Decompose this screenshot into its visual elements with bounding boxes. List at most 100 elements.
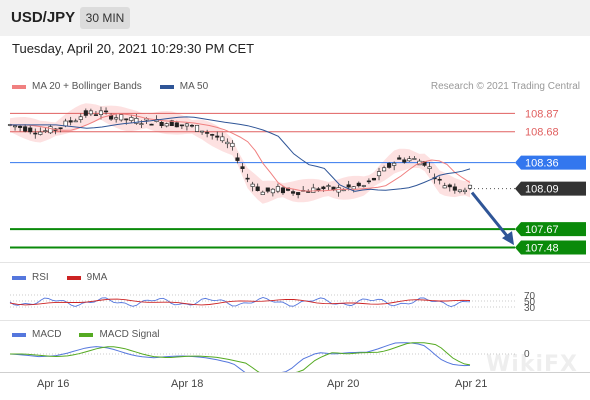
candle-body (93, 114, 98, 116)
ma50-swatch (159, 84, 174, 89)
rsi-legend: RSI 9MA (12, 272, 125, 283)
candle-body (43, 130, 48, 132)
macd-signal-line (10, 342, 471, 372)
ma20-swatch (12, 84, 26, 89)
candle-body (18, 125, 23, 128)
candle-body (462, 189, 467, 193)
rsi-chart: 705030 (9, 291, 536, 314)
symbol-title: USD/JPY (11, 9, 76, 26)
candle-body (28, 127, 33, 133)
candle-body (447, 184, 452, 188)
candle-body (205, 132, 210, 134)
candle-body (164, 123, 169, 127)
candle-body (387, 162, 392, 168)
candle-body (23, 126, 28, 132)
candle-body (366, 180, 371, 183)
rsi-ma-legend-label: 9MA (86, 272, 108, 283)
price-tag-label: 108.09 (525, 184, 559, 196)
candle-body (103, 110, 109, 113)
candle-body (68, 120, 73, 123)
candle-body (124, 118, 129, 121)
rsi-legend-label: RSI (32, 272, 49, 283)
candle-body (63, 120, 68, 127)
price-panel: 108.87 108.68 108.36 108.09 107.67 107.48 (0, 96, 590, 260)
candle-body (382, 167, 387, 172)
candle-body (119, 114, 124, 121)
candle-body (397, 157, 402, 160)
candle-body (220, 136, 225, 142)
candle-body (235, 157, 240, 161)
macd-legend-label: MACD (32, 329, 62, 340)
candle-body (179, 124, 184, 127)
timeframe-badge[interactable]: 30 MIN (80, 7, 130, 29)
x-axis-label: Apr 16 (37, 378, 70, 390)
x-axis-label: Apr 20 (327, 378, 360, 390)
candle-body (260, 191, 265, 195)
watermark-logo: WikiFX (486, 352, 578, 377)
candle-body (371, 177, 377, 181)
candle-body (194, 124, 200, 132)
candle-body (255, 186, 260, 191)
rsi-line (9, 297, 471, 307)
panel-divider (0, 262, 590, 263)
candle-body (407, 158, 412, 162)
candle-body (174, 122, 179, 128)
macd-legend: MACD MACD Signal (12, 329, 177, 340)
price-chart: 108.87 108.68 108.36 108.09 107.67 107.48 (7, 103, 586, 255)
candle-body (159, 122, 164, 127)
price-tag-label: 107.67 (525, 224, 559, 236)
rsi-ma-swatch (66, 275, 81, 280)
price-tag-label: 108.36 (525, 158, 559, 170)
candle-body (88, 110, 93, 115)
macd-swatch (12, 332, 26, 337)
candle-body (296, 192, 301, 196)
rsi-swatch (12, 275, 26, 280)
price-tag-label: 108.87 (525, 108, 559, 120)
candle-body (250, 183, 255, 187)
candle-body (98, 110, 104, 115)
candle-body (346, 184, 351, 188)
credit-text: Research © 2021 Trading Central (430, 81, 580, 92)
macd-line (9, 342, 471, 372)
candle-body (452, 186, 457, 191)
candle-body (139, 123, 144, 125)
panel-divider (0, 320, 590, 321)
candle-body (351, 186, 356, 190)
candle-body (38, 131, 43, 135)
header-bar: USD/JPY 30 MIN (0, 0, 590, 36)
candle-body (437, 178, 442, 181)
candle-body (78, 116, 83, 120)
macd-signal-legend-label: MACD Signal (99, 329, 160, 340)
candle-body (225, 141, 230, 145)
candle-body (215, 135, 220, 138)
candle-body (265, 187, 270, 192)
candle-body (58, 127, 63, 130)
candle-body (114, 117, 119, 120)
candle-body (321, 186, 326, 190)
rsi-panel: 70 50 30 (0, 286, 590, 316)
candle-body (341, 189, 346, 192)
candle-body (33, 132, 38, 135)
candle-body (13, 125, 18, 128)
candle-body (376, 171, 382, 177)
candle-body (280, 187, 286, 194)
candle-body (402, 159, 407, 163)
candle-body (457, 189, 462, 193)
candle-body (73, 120, 78, 123)
candle-body (240, 166, 245, 169)
candle-body (230, 142, 235, 147)
candle-body (326, 185, 331, 187)
x-axis-label: Apr 21 (455, 378, 488, 390)
candle-body (200, 130, 205, 133)
candle-body (275, 186, 280, 192)
candle-body (48, 126, 53, 134)
candle-body (356, 182, 361, 187)
candle-body (392, 162, 397, 166)
price-legend: MA 20 + Bollinger Bands MA 50 (12, 81, 226, 92)
price-tag-label: 108.68 (525, 127, 559, 139)
forecast-arrow (470, 191, 510, 239)
candle-body (245, 177, 250, 180)
candle-body (412, 158, 417, 160)
candle-body (83, 110, 88, 116)
candle-body (467, 184, 473, 189)
